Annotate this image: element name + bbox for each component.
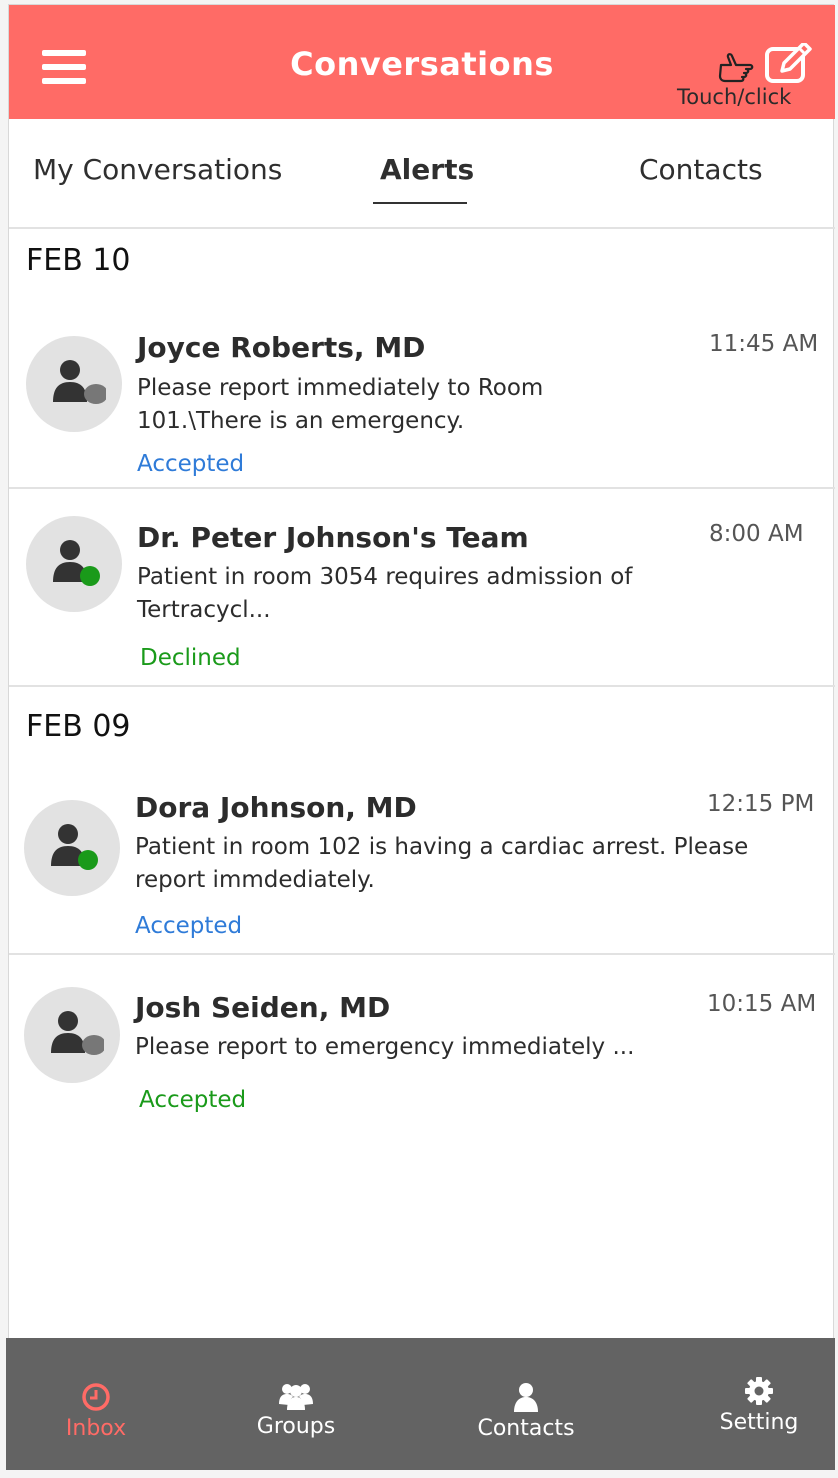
date-header: FEB 09: [26, 709, 131, 744]
bottom-nav-bar: Inbox Groups Contacts Setting: [6, 1338, 835, 1470]
person-icon: [514, 1383, 538, 1412]
tab-contacts[interactable]: Contacts: [639, 153, 763, 186]
timestamp: 8:00 AM: [709, 521, 804, 547]
message-preview: Please report immediately to Room 101.\T…: [137, 375, 544, 434]
group-icon: [279, 1384, 313, 1410]
touch-click-label: Touch/click: [677, 85, 792, 109]
person-icon: [51, 1011, 104, 1055]
gear-icon: [745, 1377, 773, 1405]
nav-label: Contacts: [477, 1416, 575, 1441]
status-label: Accepted: [137, 451, 245, 477]
alert-item[interactable]: Josh Seiden, MD 10:15 AM Please report t…: [9, 955, 835, 1135]
sender-name: Dr. Peter Johnson's Team: [137, 521, 529, 554]
app-header: Conversations Touch/click: [9, 5, 835, 119]
avatar: [24, 800, 120, 896]
message-preview: Please report to emergency immediately .…: [135, 1034, 635, 1060]
nav-label: Inbox: [65, 1416, 127, 1441]
sender-name: Dora Johnson, MD: [135, 791, 417, 824]
presence-online-indicator: [78, 850, 98, 870]
presence-online-indicator: [80, 566, 100, 586]
alert-item[interactable]: Dora Johnson, MD 12:15 PM Patient in roo…: [9, 777, 835, 955]
presence-offline-indicator: [84, 384, 106, 404]
avatar: [24, 987, 120, 1083]
active-tab-indicator: [373, 202, 467, 204]
nav-groups[interactable]: Groups: [236, 1380, 356, 1439]
avatar: [26, 516, 122, 612]
date-header: FEB 10: [26, 243, 131, 278]
tab-alerts[interactable]: Alerts: [380, 153, 474, 186]
person-icon: [53, 540, 100, 586]
avatar: [26, 336, 122, 432]
alert-item[interactable]: Dr. Peter Johnson's Team 8:00 AM Patient…: [9, 489, 835, 687]
sender-name: Josh Seiden, MD: [135, 991, 391, 1024]
compose-edit-icon[interactable]: [764, 43, 814, 85]
app-frame: Conversations Touch/click My Conversatio…: [6, 4, 835, 1470]
presence-offline-indicator: [82, 1035, 104, 1055]
message-preview: Patient in room 102 is having a cardiac …: [135, 834, 749, 893]
person-icon: [51, 824, 98, 870]
nav-contacts[interactable]: Contacts: [456, 1382, 596, 1441]
tab-my-conversations[interactable]: My Conversations: [33, 153, 282, 186]
timestamp: 10:15 AM: [707, 991, 817, 1017]
message-preview: Patient in room 3054 requires admission …: [137, 564, 633, 623]
tab-bar: My Conversations Alerts Contacts: [9, 119, 835, 229]
nav-label: Setting: [719, 1410, 799, 1435]
pointing-hand-icon: [718, 53, 754, 83]
nav-setting[interactable]: Setting: [694, 1376, 824, 1435]
status-label: Declined: [140, 645, 241, 671]
page-title: Conversations: [290, 45, 554, 83]
timestamp: 12:15 PM: [707, 791, 815, 817]
nav-label: Groups: [256, 1414, 336, 1439]
status-label: Accepted: [135, 913, 243, 939]
status-label: Accepted: [139, 1087, 247, 1113]
alert-item[interactable]: Joyce Roberts, MD 11:45 AM Please report…: [9, 311, 835, 489]
clock-icon: [82, 1383, 110, 1411]
person-icon: [53, 360, 106, 404]
sender-name: Joyce Roberts, MD: [137, 331, 426, 364]
timestamp: 11:45 AM: [709, 331, 819, 357]
nav-inbox[interactable]: Inbox: [36, 1382, 156, 1441]
